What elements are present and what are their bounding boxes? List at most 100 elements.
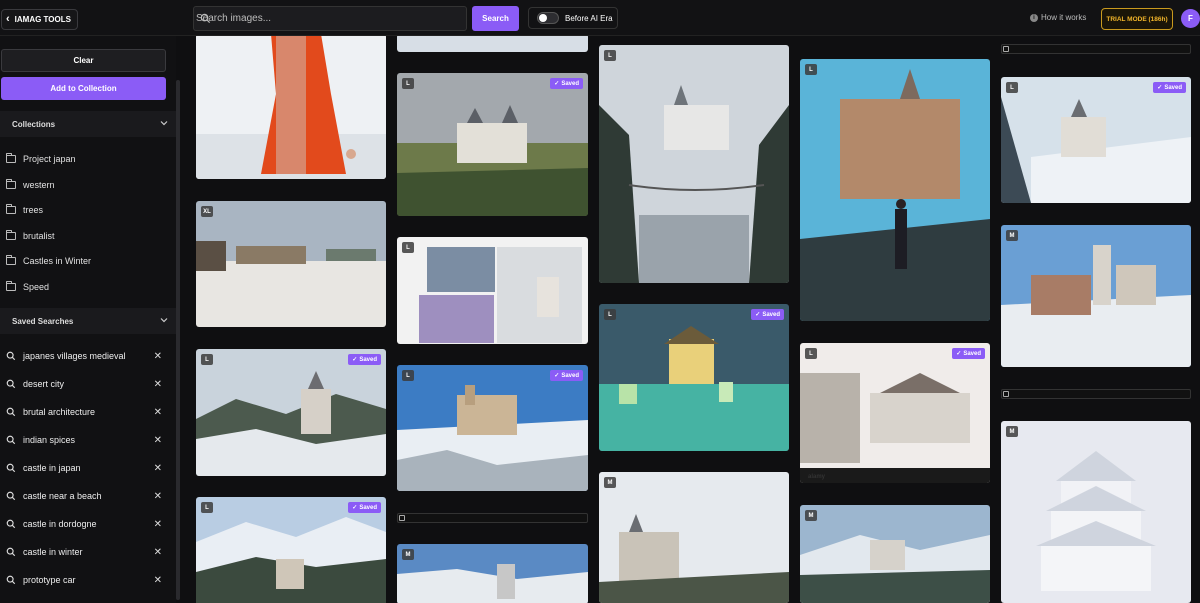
image-card[interactable]: L ✓ Saved alamy <box>800 343 990 483</box>
image-thumbnail <box>397 365 588 491</box>
size-badge: L <box>402 242 414 253</box>
check-icon: ✓ <box>755 312 761 318</box>
search-input[interactable] <box>196 7 466 30</box>
size-badge: L <box>201 502 213 513</box>
collections-header[interactable]: Collections <box>0 111 176 137</box>
image-card[interactable]: L ✓ Saved <box>196 349 386 476</box>
how-it-works-label: How it works <box>1041 13 1087 22</box>
saved-search-item[interactable]: japanes villages medieval ✕ <box>6 349 166 363</box>
back-button[interactable]: ‹ IAMAG TOOLS <box>1 9 78 30</box>
close-icon[interactable]: ✕ <box>154 407 162 418</box>
collection-item[interactable]: western <box>6 178 55 192</box>
collection-item[interactable]: Castles in Winter <box>6 254 91 268</box>
size-badge: L <box>805 348 817 359</box>
collection-item[interactable]: Speed <box>6 280 49 294</box>
image-card[interactable]: M <box>397 544 588 603</box>
image-card[interactable]: L ✓ Saved <box>397 73 588 216</box>
size-badge: L <box>402 78 414 89</box>
folder-icon <box>6 204 16 214</box>
saved-search-item[interactable]: castle in japan ✕ <box>6 461 166 475</box>
saved-badge[interactable]: ✓ Saved <box>751 309 784 320</box>
broken-image-icon <box>399 515 405 521</box>
close-icon[interactable]: ✕ <box>154 547 162 558</box>
saved-searches-header[interactable]: Saved Searches <box>0 308 176 334</box>
image-card[interactable] <box>397 36 588 52</box>
saved-search-item[interactable]: desert city ✕ <box>6 377 166 391</box>
trial-badge[interactable]: TRIAL MODE (186h) <box>1101 8 1173 30</box>
image-card[interactable]: L ✓ Saved <box>397 365 588 491</box>
close-icon[interactable]: ✕ <box>154 491 162 502</box>
image-card[interactable]: L <box>397 237 588 344</box>
before-ai-toggle[interactable]: Before AI Era <box>528 7 618 29</box>
avatar[interactable]: F <box>1181 9 1200 28</box>
image-card[interactable]: L ✓ Saved <box>196 497 386 603</box>
size-badge: L <box>201 354 213 365</box>
size-badge: XL <box>201 206 213 217</box>
toggle-switch[interactable] <box>537 12 559 24</box>
image-card[interactable]: M <box>800 505 990 603</box>
saved-badge[interactable]: ✓ Saved <box>348 354 381 365</box>
app-title: IAMAG TOOLS <box>14 15 71 24</box>
image-card[interactable]: L ✓ Saved <box>599 304 789 451</box>
search-icon <box>6 379 16 389</box>
close-icon[interactable]: ✕ <box>154 519 162 530</box>
close-icon[interactable]: ✕ <box>154 435 162 446</box>
folder-icon <box>6 179 16 189</box>
saved-search-item[interactable]: prototype car ✕ <box>6 573 166 587</box>
search-icon <box>6 351 16 361</box>
clear-button[interactable]: Clear <box>1 49 166 72</box>
image-thumbnail <box>599 45 789 283</box>
size-badge: M <box>805 510 817 521</box>
saved-label: Saved <box>561 372 579 379</box>
image-card[interactable]: M <box>1001 421 1191 603</box>
saved-badge[interactable]: ✓ Saved <box>550 78 583 89</box>
image-card[interactable]: M <box>599 472 789 603</box>
close-icon[interactable]: ✕ <box>154 379 162 390</box>
size-badge: L <box>604 309 616 320</box>
image-card[interactable] <box>196 36 386 179</box>
close-icon[interactable]: ✕ <box>154 575 162 586</box>
saved-search-item[interactable]: brutal architecture ✕ <box>6 405 166 419</box>
image-thumbnail <box>397 237 588 344</box>
image-card[interactable]: L <box>800 59 990 321</box>
saved-search-item[interactable]: castle near a beach ✕ <box>6 489 166 503</box>
saved-badge[interactable]: ✓ Saved <box>952 348 985 359</box>
how-it-works-link[interactable]: i How it works <box>1030 13 1086 22</box>
saved-search-label: desert city <box>23 379 65 389</box>
search-icon <box>6 519 16 529</box>
image-card[interactable] <box>800 36 990 38</box>
close-icon[interactable]: ✕ <box>154 463 162 474</box>
collection-item[interactable]: trees <box>6 203 43 217</box>
image-card[interactable]: M <box>1001 225 1191 367</box>
check-icon: ✓ <box>554 81 560 87</box>
saved-search-item[interactable]: indian spices ✕ <box>6 433 166 447</box>
saved-search-item[interactable]: castle in winter ✕ <box>6 545 166 559</box>
saved-badge[interactable]: ✓ Saved <box>348 502 381 513</box>
collection-item[interactable]: Project japan <box>6 152 76 166</box>
image-card[interactable]: L <box>599 45 789 283</box>
close-icon[interactable]: ✕ <box>154 351 162 362</box>
collection-label: Castles in Winter <box>23 256 92 266</box>
search-icon <box>6 575 16 585</box>
check-icon: ✓ <box>1157 85 1163 91</box>
image-card[interactable]: L ✓ Saved <box>1001 77 1191 203</box>
image-thumbnail <box>196 36 386 179</box>
size-badge: M <box>1006 426 1018 437</box>
image-thumbnail <box>196 349 386 476</box>
saved-search-label: brutal architecture <box>23 407 96 417</box>
add-to-collection-button[interactable]: Add to Collection <box>1 77 166 100</box>
saved-badge[interactable]: ✓ Saved <box>550 370 583 381</box>
image-thumbnail <box>397 544 588 603</box>
collection-item[interactable]: brutalist <box>6 229 55 243</box>
image-card[interactable]: XL <box>196 201 386 327</box>
image-thumbnail <box>397 36 588 52</box>
info-icon: i <box>1030 13 1038 22</box>
saved-badge[interactable]: ✓ Saved <box>1153 82 1186 93</box>
image-thumbnail <box>1001 421 1191 603</box>
folder-icon <box>6 281 16 291</box>
saved-search-label: castle near a beach <box>23 491 102 501</box>
saved-search-item[interactable]: castle in dordogne ✕ <box>6 517 166 531</box>
image-thumbnail <box>1001 77 1191 203</box>
size-badge: M <box>1006 230 1018 241</box>
search-button[interactable]: Search <box>472 6 519 31</box>
